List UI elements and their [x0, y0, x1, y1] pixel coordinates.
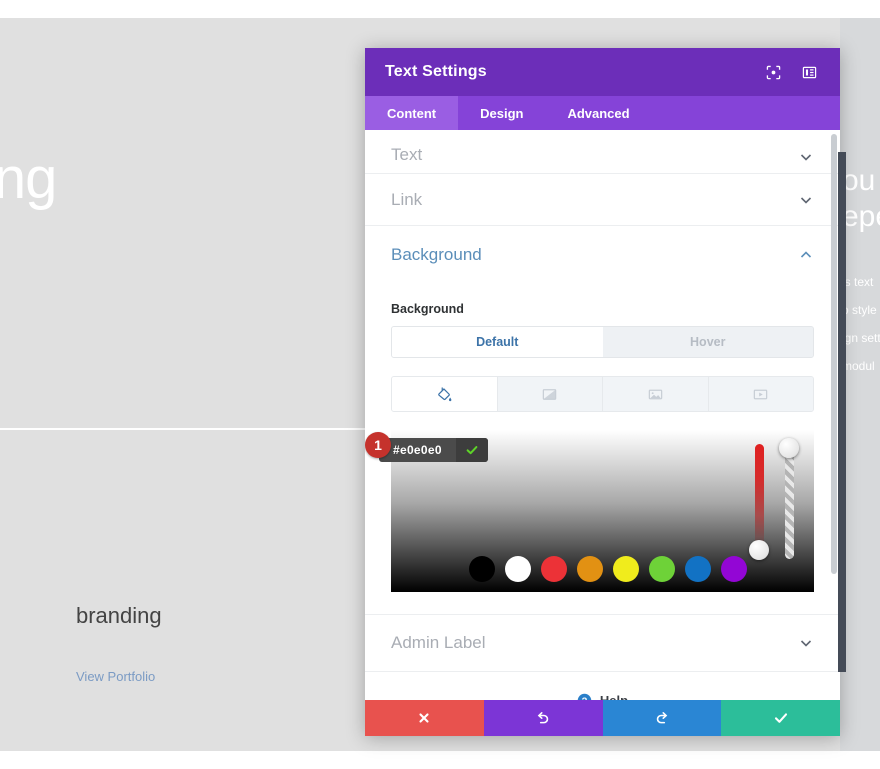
page-hero-word: ing	[0, 146, 57, 211]
alpha-slider-knob[interactable]	[779, 438, 799, 458]
section-admin-label-label: Admin Label	[391, 633, 486, 652]
section-background[interactable]: Background	[365, 226, 840, 284]
swatch-white[interactable]	[505, 556, 531, 582]
paint-bucket-icon[interactable]	[392, 377, 498, 411]
swatch-green[interactable]	[649, 556, 675, 582]
swatch-red[interactable]	[541, 556, 567, 582]
modal-footer	[365, 700, 840, 736]
section-admin-label[interactable]: Admin Label	[365, 614, 840, 672]
hex-input-group: #e0e0e0	[379, 438, 488, 462]
chevron-up-icon	[800, 251, 812, 258]
state-tab-hover[interactable]: Hover	[602, 327, 813, 357]
background-panel: Background Default Hover	[365, 284, 840, 412]
swatch-orange[interactable]	[577, 556, 603, 582]
hex-submit-button[interactable]	[455, 438, 488, 462]
page-right-column: ou c epe is text o style ign sett modul	[840, 18, 880, 751]
chevron-down-icon	[800, 196, 812, 204]
section-link-label: Link	[391, 189, 423, 209]
right-column-body-line3: ign sett	[842, 331, 880, 345]
background-field-label: Background	[391, 302, 464, 316]
page-branding-heading: branding	[76, 603, 162, 628]
section-link[interactable]: Link	[365, 174, 840, 226]
color-swatch-row	[469, 556, 747, 582]
view-portfolio-link[interactable]: View Portfolio	[76, 669, 155, 684]
modal-tabs: Content Design Advanced	[365, 96, 840, 130]
svg-text:?: ?	[582, 695, 588, 700]
background-state-tabs: Default Hover	[391, 326, 814, 358]
tab-content[interactable]: Content	[365, 96, 459, 130]
redo-button[interactable]	[602, 700, 722, 736]
undo-button[interactable]	[483, 700, 603, 736]
section-background-label: Background	[391, 245, 482, 264]
chevron-down-icon	[800, 154, 812, 161]
modal-scroll-area: Text Link Background Background Default …	[365, 130, 840, 700]
tab-advanced[interactable]: Advanced	[545, 96, 651, 130]
hex-input[interactable]: #e0e0e0	[393, 443, 456, 457]
swatch-blue[interactable]	[685, 556, 711, 582]
right-column-heading-line1: ou c	[842, 164, 880, 197]
save-button[interactable]	[721, 700, 840, 736]
right-column-body-line2: o style	[842, 303, 877, 317]
video-icon[interactable]	[708, 377, 813, 411]
page-scrollbar[interactable]	[838, 152, 846, 672]
cancel-button[interactable]	[365, 700, 484, 736]
image-icon[interactable]	[603, 377, 709, 411]
layout-panel-icon[interactable]	[796, 59, 822, 85]
focus-target-icon[interactable]	[760, 59, 786, 85]
text-settings-modal: Text Settings Content Design Advanced Te…	[365, 48, 840, 736]
swatch-black[interactable]	[469, 556, 495, 582]
help-row[interactable]: ? Help	[365, 672, 840, 700]
state-tab-default[interactable]: Default	[392, 327, 603, 357]
help-label: Help	[599, 692, 629, 701]
modal-scrollbar[interactable]	[831, 134, 837, 574]
modal-title: Text Settings	[385, 63, 487, 80]
right-column-body-line4: modul	[842, 359, 875, 373]
alpha-slider-track[interactable]	[785, 444, 794, 559]
chevron-down-icon	[800, 640, 812, 647]
right-column-heading-line2: epe	[842, 200, 880, 233]
step-badge: 1	[365, 432, 391, 458]
modal-header: Text Settings	[365, 48, 840, 96]
hue-slider-knob[interactable]	[749, 540, 769, 560]
swatch-yellow[interactable]	[613, 556, 639, 582]
page-divider	[0, 428, 370, 430]
modal-body: Text Link Background Background Default …	[365, 130, 840, 700]
section-text[interactable]: Text	[365, 130, 840, 174]
right-column-body-line1: is text	[842, 275, 874, 289]
swatch-purple[interactable]	[721, 556, 747, 582]
question-circle-icon: ?	[577, 693, 592, 700]
color-picker: 1 #e0e0e0	[365, 430, 840, 592]
gradient-icon[interactable]	[497, 377, 603, 411]
tab-design[interactable]: Design	[458, 96, 545, 130]
background-type-buttons	[391, 376, 814, 412]
section-text-label: Text	[391, 145, 423, 164]
